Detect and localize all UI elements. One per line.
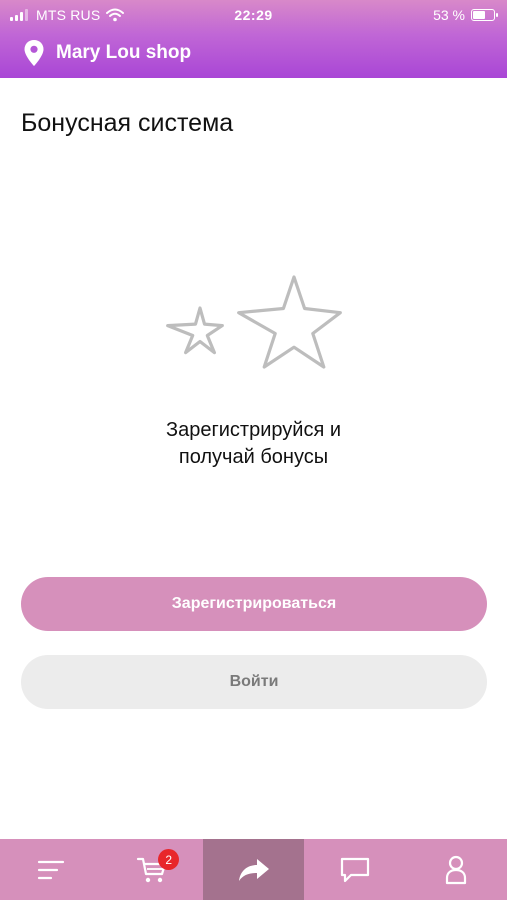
page-title: Бонусная система xyxy=(21,109,234,137)
tab-menu[interactable] xyxy=(0,839,101,900)
profile-icon xyxy=(446,855,467,884)
register-button[interactable]: Зарегистрироваться xyxy=(21,577,487,631)
tab-profile[interactable] xyxy=(406,839,507,900)
cart-count-badge: 2 xyxy=(158,849,180,870)
promo-line-2: получай бонусы xyxy=(178,446,329,468)
login-button[interactable]: Войти xyxy=(21,655,487,709)
battery-icon xyxy=(471,9,498,21)
tab-cart[interactable]: 2 xyxy=(101,839,202,900)
shop-name: Mary Lou shop xyxy=(56,42,192,63)
top-bar: MTS RUS 22:29 53 % Mary Lou shop xyxy=(0,0,507,78)
status-time: 22:29 xyxy=(234,7,273,23)
battery-percent: 53 % xyxy=(433,7,465,23)
status-bar: MTS RUS 22:29 53 % xyxy=(0,0,507,30)
shop-location[interactable]: Mary Lou shop xyxy=(24,38,191,68)
menu-icon xyxy=(37,860,64,879)
tab-chat[interactable] xyxy=(304,839,405,900)
battery-level xyxy=(473,11,485,19)
promo-text: Зарегистрируйся и получай бонусы xyxy=(0,417,507,471)
stars-outline-icon xyxy=(166,275,342,369)
share-arrow-icon xyxy=(238,858,269,881)
map-pin-icon xyxy=(24,40,44,66)
status-right: 53 % xyxy=(433,7,498,23)
bottom-tab-bar: 2 xyxy=(0,839,507,900)
tab-share[interactable] xyxy=(202,839,305,900)
chat-icon xyxy=(340,857,370,882)
promo-line-1: Зарегистрируйся и xyxy=(166,419,341,441)
